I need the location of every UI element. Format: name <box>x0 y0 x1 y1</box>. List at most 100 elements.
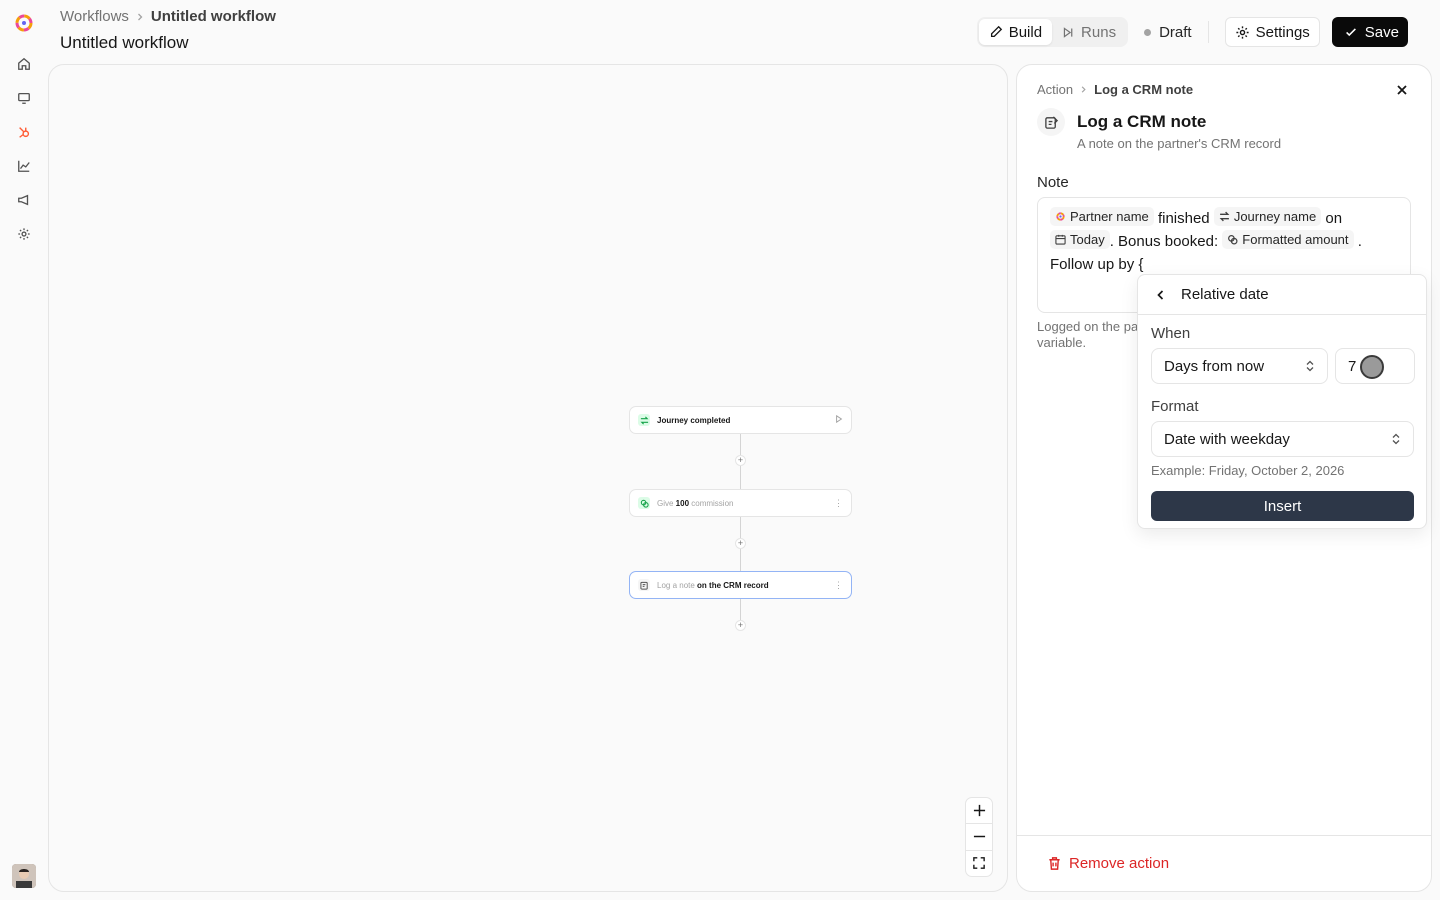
zoom-out-button[interactable] <box>966 823 992 849</box>
save-button[interactable]: Save <box>1331 17 1408 47</box>
commission-node-label: Give 100 commission <box>657 499 834 508</box>
remove-action-label: Remove action <box>1069 855 1170 872</box>
chevron-updown-icon <box>1392 433 1400 445</box>
variable-chip-partner[interactable]: Partner name <box>1050 207 1154 226</box>
add-step-button[interactable]: + <box>735 538 746 549</box>
note-text: . <box>1357 233 1362 250</box>
workflow-canvas[interactable]: Journey completed + Give 100 commission … <box>48 64 1008 892</box>
commission-node[interactable]: Give 100 commission ⋮ <box>629 489 852 517</box>
pencil-icon <box>990 25 1002 38</box>
more-vertical-icon[interactable]: ⋮ <box>834 498 843 509</box>
megaphone-icon[interactable] <box>14 190 34 210</box>
page-title[interactable]: Untitled workflow <box>60 33 189 53</box>
variable-chip-amount[interactable]: Formatted amount <box>1222 230 1354 249</box>
app-logo-icon <box>1056 212 1065 221</box>
when-select[interactable]: Days from now <box>1151 348 1328 384</box>
chevron-right-icon <box>137 13 143 20</box>
note-hint: Logged on the pa variable. <box>1037 319 1147 353</box>
trigger-node[interactable]: Journey completed <box>629 406 852 434</box>
amount-input[interactable]: 7 <box>1335 348 1415 384</box>
chip-label: Partner name <box>1070 209 1149 224</box>
arrows-icon <box>1219 211 1230 222</box>
breadcrumb-root[interactable]: Workflows <box>60 8 129 25</box>
tab-runs-label: Runs <box>1081 23 1117 41</box>
money-icon <box>638 497 650 509</box>
calendar-icon <box>1055 234 1066 245</box>
minus-icon <box>973 836 985 838</box>
tab-build[interactable]: Build <box>978 19 1053 45</box>
crm-note-node[interactable]: Log a note on the CRM record ⋮ <box>629 571 852 599</box>
commission-node-amount: 100 <box>675 498 690 508</box>
when-value: Days from now <box>1164 357 1265 375</box>
toolbar: Build Runs Draft Settings Save <box>976 17 1408 47</box>
zoom-in-button[interactable] <box>966 798 992 823</box>
gear-icon[interactable] <box>14 224 34 244</box>
note-text: finished <box>1157 210 1210 227</box>
chevron-updown-icon <box>1306 360 1314 372</box>
left-rail <box>0 0 48 900</box>
relative-date-popover: Relative date When Days from now 7 Forma… <box>1137 274 1427 529</box>
app-logo-icon[interactable] <box>12 11 36 35</box>
hubspot-icon[interactable] <box>14 122 34 142</box>
settings-label: Settings <box>1255 23 1310 41</box>
monitor-icon[interactable] <box>14 88 34 108</box>
close-panel-button[interactable] <box>1393 81 1411 99</box>
status-label: Draft <box>1159 23 1192 41</box>
note-field-label: Note <box>1037 174 1069 191</box>
note-hint-text: Logged on the pa variable. <box>1037 319 1139 350</box>
panel-breadcrumb-root[interactable]: Action <box>1037 82 1073 97</box>
note-text: Follow up by { <box>1050 256 1144 273</box>
note-icon <box>638 579 650 591</box>
format-value: Date with weekday <box>1164 430 1290 448</box>
view-switcher: Build Runs <box>976 17 1129 47</box>
action-title: Log a CRM note <box>1077 112 1207 131</box>
crm-note-node-target: on the CRM record <box>697 580 769 590</box>
mouse-cursor-indicator <box>1360 355 1384 379</box>
when-label: When <box>1151 325 1191 342</box>
chevron-right-icon <box>1081 86 1086 93</box>
gear-icon <box>1236 25 1249 39</box>
commission-node-pre: Give <box>657 498 676 508</box>
save-label: Save <box>1364 23 1399 41</box>
close-icon <box>1397 85 1407 95</box>
settings-button[interactable]: Settings <box>1224 17 1320 47</box>
home-icon[interactable] <box>14 54 34 74</box>
fullscreen-icon <box>973 857 985 870</box>
note-text: . Bonus booked: <box>1109 233 1219 250</box>
more-vertical-icon[interactable]: ⋮ <box>834 580 843 591</box>
format-example: Example: Friday, October 2, 2026 <box>1151 463 1345 478</box>
avatar[interactable] <box>12 864 36 888</box>
action-subtitle: A note on the partner's CRM record <box>1077 136 1282 151</box>
amount-value: 7 <box>1348 357 1357 375</box>
remove-action-button[interactable]: Remove action <box>1047 855 1169 872</box>
zoom-controls <box>965 797 993 877</box>
popover-header: Relative date <box>1138 275 1426 315</box>
commission-node-post: commission <box>689 498 734 508</box>
insert-button[interactable]: Insert <box>1151 491 1414 521</box>
status-badge: Draft <box>1144 24 1192 41</box>
plus-icon <box>973 805 985 817</box>
status-dot <box>1144 28 1152 36</box>
trigger-node-label: Journey completed <box>657 415 731 425</box>
crm-note-node-pre: Log a note <box>657 580 698 590</box>
connector-line <box>740 599 741 621</box>
insert-label: Insert <box>1263 497 1302 515</box>
play-icon[interactable] <box>835 414 843 425</box>
chart-icon[interactable] <box>14 156 34 176</box>
variable-chip-today[interactable]: Today <box>1050 230 1110 249</box>
panel-breadcrumb: Action Log a CRM note <box>1037 82 1193 97</box>
format-select[interactable]: Date with weekday <box>1151 421 1414 457</box>
add-step-button[interactable]: + <box>735 620 746 631</box>
chevron-left-icon[interactable] <box>1155 289 1167 301</box>
arrows-icon <box>638 414 650 426</box>
format-label: Format <box>1151 398 1199 415</box>
add-step-button[interactable]: + <box>735 455 746 466</box>
panel-footer: Remove action <box>1017 835 1431 891</box>
chip-label: Today <box>1070 232 1105 247</box>
tab-runs[interactable]: Runs <box>1052 19 1126 45</box>
chip-label: Formatted amount <box>1242 232 1349 247</box>
panel-breadcrumb-current: Log a CRM note <box>1094 82 1194 97</box>
fit-view-button[interactable] <box>966 849 992 876</box>
breadcrumb: Workflows Untitled workflow <box>60 8 276 25</box>
variable-chip-journey[interactable]: Journey name <box>1213 207 1322 226</box>
